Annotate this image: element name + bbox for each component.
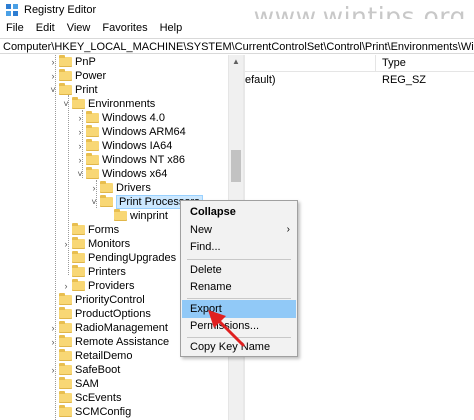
menu-favorites[interactable]: Favorites	[102, 22, 147, 34]
expand-arrow-icon[interactable]: ›	[61, 237, 71, 251]
tree-item-winprint[interactable]: winprint	[103, 209, 168, 223]
folder-icon	[100, 181, 113, 193]
folder-icon	[72, 265, 85, 277]
folder-icon	[59, 293, 72, 305]
value-row-default[interactable]: efault) REG_SZ	[245, 73, 474, 87]
value-type: REG_SZ	[382, 74, 427, 86]
address-bar[interactable]: Computer\HKEY_LOCAL_MACHINE\SYSTEM\Curre…	[0, 38, 474, 54]
menu-help[interactable]: Help	[160, 22, 183, 34]
collapse-arrow-icon[interactable]: ˅	[48, 83, 58, 97]
expand-arrow-icon[interactable]: ›	[61, 279, 71, 293]
tree-item-pendingupgrades[interactable]: PendingUpgrades	[61, 251, 176, 265]
folder-icon	[59, 335, 72, 347]
menu-edit[interactable]: Edit	[36, 22, 55, 34]
folder-icon	[72, 223, 85, 235]
tree-item-power[interactable]: › Power	[48, 69, 106, 83]
expand-arrow-icon[interactable]: ›	[48, 69, 58, 83]
tree-item-windows-ia64[interactable]: › Windows IA64	[75, 139, 172, 153]
folder-icon	[72, 279, 85, 291]
folder-icon	[114, 209, 127, 221]
folder-icon	[86, 111, 99, 123]
expand-arrow-icon[interactable]: ›	[75, 125, 85, 139]
value-name: efault)	[245, 74, 276, 86]
menu-item-delete[interactable]: Delete	[182, 261, 296, 279]
column-header: Type	[245, 55, 474, 72]
menu-item-find[interactable]: Find...	[182, 238, 296, 256]
menu-file[interactable]: File	[6, 22, 24, 34]
expand-arrow-icon[interactable]: ›	[89, 181, 99, 195]
folder-icon	[59, 349, 72, 361]
collapse-arrow-icon[interactable]: ˅	[89, 195, 99, 209]
menu-item-permissions[interactable]: Permissions...	[182, 317, 296, 335]
tree-item-environments[interactable]: ˅ Environments	[61, 97, 155, 111]
folder-icon	[59, 83, 72, 95]
tree-item-print[interactable]: ˅ Print	[48, 83, 98, 97]
folder-icon	[72, 97, 85, 109]
folder-icon	[86, 153, 99, 165]
folder-icon	[59, 363, 72, 375]
expand-arrow-icon[interactable]: ›	[75, 139, 85, 153]
folder-icon	[59, 391, 72, 403]
submenu-arrow-icon: ›	[286, 224, 290, 235]
folder-icon	[86, 125, 99, 137]
scroll-thumb[interactable]	[231, 150, 241, 182]
tree-item-providers[interactable]: › Providers	[61, 279, 134, 293]
tree-item-windows-4-0[interactable]: › Windows 4.0	[75, 111, 165, 125]
collapse-arrow-icon[interactable]: ˅	[61, 97, 71, 111]
folder-icon	[100, 195, 113, 207]
expand-arrow-icon[interactable]: ›	[48, 321, 58, 335]
tree-item-windows-arm64[interactable]: › Windows ARM64	[75, 125, 186, 139]
menu-item-new[interactable]: New ›	[182, 221, 296, 239]
folder-icon	[59, 55, 72, 67]
folder-icon	[72, 237, 85, 249]
tree-item-windows-nt-x86[interactable]: › Windows NT x86	[75, 153, 185, 167]
window-title: Registry Editor	[24, 3, 97, 16]
folder-icon	[59, 321, 72, 333]
column-divider[interactable]	[375, 55, 376, 71]
tree-item-prioritycontrol[interactable]: PriorityControl	[48, 293, 145, 307]
folder-icon	[86, 139, 99, 151]
tree-item-printers[interactable]: Printers	[61, 265, 126, 279]
tree-item-safeboot[interactable]: › SafeBoot	[48, 363, 120, 377]
folder-icon	[59, 69, 72, 81]
menu-view[interactable]: View	[67, 22, 91, 34]
folder-icon	[72, 251, 85, 263]
tree-item-monitors[interactable]: › Monitors	[61, 237, 130, 251]
tree-item-retaildemo[interactable]: RetailDemo	[48, 349, 132, 363]
registry-app-icon	[5, 3, 19, 17]
tree-item-drivers[interactable]: › Drivers	[89, 181, 151, 195]
expand-arrow-icon[interactable]: ›	[75, 153, 85, 167]
tree-item-pnp[interactable]: › PnP	[48, 55, 96, 69]
menu-separator	[187, 298, 291, 299]
column-type-header[interactable]: Type	[382, 55, 406, 71]
menu-item-rename[interactable]: Rename	[182, 278, 296, 296]
tree-item-productoptions[interactable]: ProductOptions	[48, 307, 151, 321]
collapse-arrow-icon[interactable]: ˅	[75, 167, 85, 181]
tree-item-scmconfig[interactable]: SCMConfig	[48, 405, 131, 419]
context-menu: Collapse New › Find... Delete Rename Expo…	[180, 200, 298, 357]
expand-arrow-icon[interactable]: ›	[48, 335, 58, 349]
menu-bar: File Edit View Favorites Help	[0, 19, 474, 37]
menu-item-copy-key-name[interactable]: Copy Key Name	[182, 338, 296, 356]
scroll-up-arrow-icon[interactable]: ▲	[232, 57, 240, 66]
folder-icon	[86, 167, 99, 179]
folder-icon	[59, 377, 72, 389]
menu-separator	[187, 259, 291, 260]
tree-item-scevents[interactable]: ScEvents	[48, 391, 121, 405]
folder-icon	[59, 405, 72, 417]
folder-icon	[59, 307, 72, 319]
tree-item-sam[interactable]: SAM	[48, 377, 99, 391]
expand-arrow-icon[interactable]: ›	[48, 55, 58, 69]
tree-item-windows-x64[interactable]: ˅ Windows x64	[75, 167, 167, 181]
tree-item-remote-assistance[interactable]: › Remote Assistance	[48, 335, 169, 349]
menu-item-export[interactable]: Export	[182, 300, 296, 318]
tree-item-radiomanagement[interactable]: › RadioManagement	[48, 321, 168, 335]
expand-arrow-icon[interactable]: ›	[48, 363, 58, 377]
expand-arrow-icon[interactable]: ›	[75, 111, 85, 125]
menu-item-collapse[interactable]: Collapse	[182, 203, 296, 221]
tree-item-forms[interactable]: Forms	[61, 223, 119, 237]
